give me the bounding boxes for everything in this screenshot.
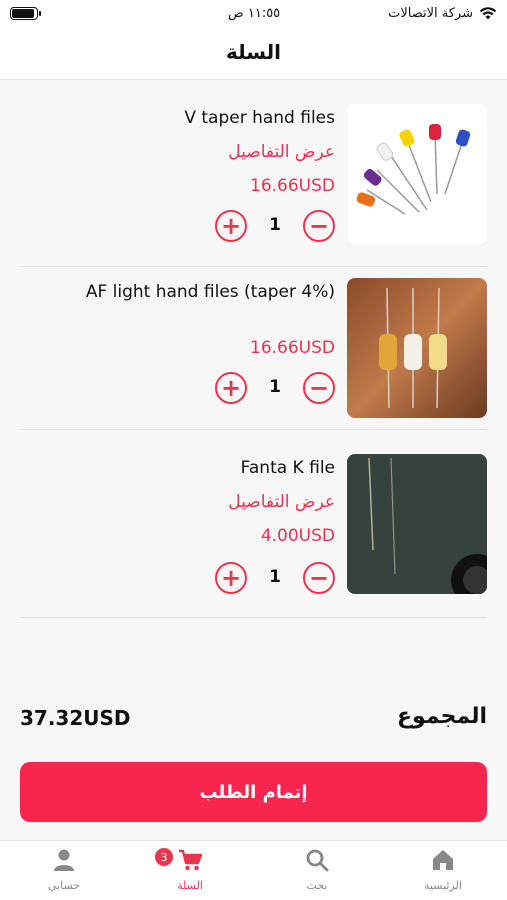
cart-icon (179, 849, 203, 871)
product-name: Fanta K file (240, 458, 335, 478)
cart-count-badge: 3 (154, 847, 174, 867)
product-price: 16.66USD (250, 338, 335, 358)
cart-item: Fanta K file عرض التفاصيل 4.00USD + 1 − (20, 454, 487, 614)
product-image[interactable] (347, 454, 487, 594)
tab-account[interactable]: حسابي (14, 847, 114, 897)
search-icon (306, 849, 329, 872)
carrier-area: شركة الاتصالات (388, 6, 497, 21)
view-details-link[interactable]: عرض التفاصيل (228, 492, 335, 512)
product-image[interactable] (347, 104, 487, 244)
quantity-stepper: + 1 − (215, 210, 335, 244)
cart-total: المجموع 37.32USD (20, 704, 487, 738)
decrease-quantity-button[interactable]: − (303, 372, 335, 404)
checkout-button[interactable]: إتمام الطلب (20, 762, 487, 822)
page-title: السلة (225, 40, 281, 64)
user-icon (54, 849, 74, 871)
view-details-link[interactable]: عرض التفاصيل (228, 142, 335, 162)
tab-search[interactable]: بحث (267, 847, 367, 897)
total-label: المجموع (397, 704, 487, 729)
cart-item: AF light hand files (taper 4%) 16.66USD … (20, 278, 487, 438)
wifi-icon (479, 7, 497, 20)
tab-home[interactable]: الرئيسية (393, 847, 493, 897)
quantity-stepper: + 1 − (215, 562, 335, 596)
battery-icon (10, 7, 41, 20)
decrease-quantity-button[interactable]: − (303, 210, 335, 242)
tab-cart[interactable]: 3 السلة (140, 847, 240, 897)
divider (20, 617, 487, 618)
tab-label: الرئيسية (424, 879, 462, 892)
decrease-quantity-button[interactable]: − (303, 562, 335, 594)
bottom-tab-bar: الرئيسية بحث 3 السلة حسابي (0, 840, 507, 900)
divider (20, 429, 487, 430)
product-image[interactable] (347, 278, 487, 418)
hand-files-image (347, 104, 487, 244)
product-price: 16.66USD (250, 176, 335, 196)
clock: ١١:٥٥ ص (228, 6, 281, 21)
carrier-name: شركة الاتصالات (388, 6, 473, 21)
cart-item: V taper hand files عرض التفاصيل 16.66USD… (20, 104, 487, 264)
home-icon (433, 850, 453, 870)
product-name: AF light hand files (taper 4%) (85, 282, 335, 302)
product-price: 4.00USD (260, 526, 335, 546)
quantity-stepper: + 1 − (215, 372, 335, 406)
divider (20, 266, 487, 267)
header: السلة (0, 30, 507, 80)
tab-label: حسابي (47, 879, 81, 892)
tab-label: السلة (177, 879, 203, 892)
tab-label: بحث (306, 879, 328, 892)
af-light-files-image (347, 278, 487, 418)
k-file-image (347, 454, 487, 594)
total-amount: 37.32USD (20, 706, 131, 730)
status-bar: شركة الاتصالات ١١:٥٥ ص (0, 0, 507, 30)
product-name: V taper hand files (184, 108, 335, 128)
